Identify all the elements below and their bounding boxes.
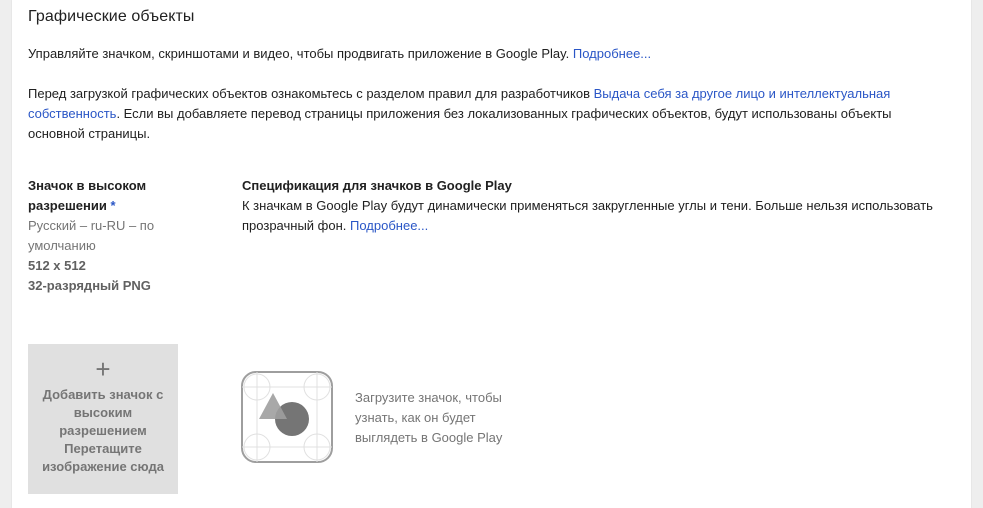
hi-res-icon-label: Значок в высоком разрешении * Русский – … — [28, 176, 168, 296]
intro-paragraph: Управляйте значком, скриншотами и видео,… — [28, 44, 948, 64]
icon-format: 32-разрядный PNG — [28, 278, 151, 293]
icon-size: 512 x 512 — [28, 258, 86, 273]
spec-text: К значкам в Google Play будут динамическ… — [242, 198, 933, 233]
store-graphics-card: Графические объекты Управляйте значком, … — [12, 0, 971, 508]
intro-learn-more-link[interactable]: Подробнее... — [573, 46, 651, 61]
policy-text: Перед загрузкой графических объектов озн… — [28, 86, 590, 101]
icon-language: Русский – ru-RU – по умолчанию — [28, 218, 155, 253]
spec-description: К значкам в Google Play будут динамическ… — [242, 196, 957, 236]
plus-icon: + — [95, 354, 111, 384]
hi-res-icon-title-row: Значок в высоком разрешении * — [28, 176, 168, 216]
spec-title: Спецификация для значков в Google Play — [242, 178, 512, 193]
required-mark: * — [110, 198, 116, 213]
section-title: Графические объекты — [28, 8, 195, 25]
add-hi-res-icon-dropzone[interactable]: + Добавить значок с высоким разрешением … — [28, 344, 178, 494]
spec-learn-more-link[interactable]: Подробнее... — [350, 218, 428, 233]
upload-label: Добавить значок с высоким разрешением — [42, 387, 164, 438]
preview-hint: Загрузите значок, чтобы узнать, как он б… — [355, 390, 503, 445]
intro-text: Управляйте значком, скриншотами и видео,… — [28, 46, 570, 61]
icon-spec-block: Спецификация для значков в Google Play К… — [242, 176, 957, 236]
upload-drag-hint: Перетащите изображение сюда — [42, 441, 164, 474]
policy-paragraph: Перед загрузкой графических объектов озн… — [28, 84, 938, 144]
hi-res-icon-title: Значок в высоком разрешении — [28, 178, 147, 213]
policy-text-after: . Если вы добавляете перевод страницы пр… — [28, 106, 892, 141]
icon-preview-placeholder-icon — [241, 371, 333, 463]
